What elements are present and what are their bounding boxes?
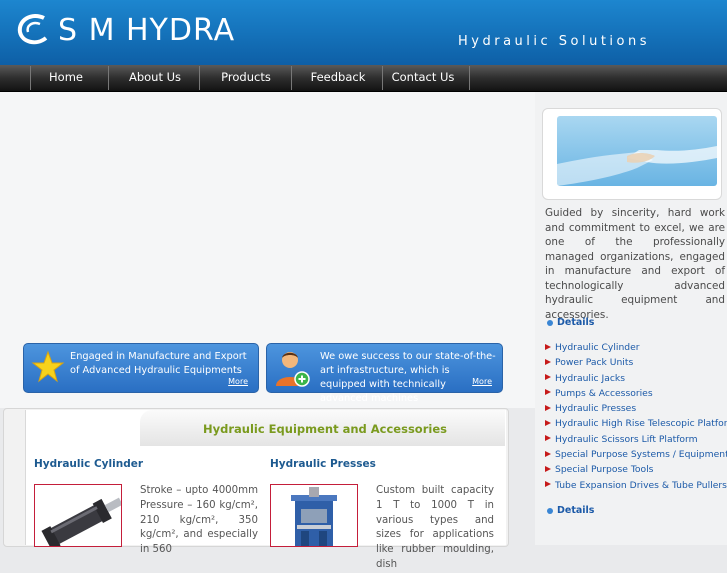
product-link-label: Hydraulic Jacks: [555, 372, 625, 384]
product-link-telescopic-platform[interactable]: Hydraulic High Rise Telescopic Platform: [545, 418, 727, 433]
bullet-icon: [547, 507, 553, 514]
bullet-icon: [547, 319, 553, 326]
details-link-label: Details: [557, 505, 595, 516]
banner-infrastructure-text: We owe success to our state-of-the-art i…: [320, 351, 496, 404]
arrow-icon: [545, 419, 551, 426]
arrow-icon: [545, 435, 551, 442]
banner-infrastructure: We owe success to our state-of-the-art i…: [266, 343, 503, 404]
product-link-label: Hydraulic High Rise Telescopic Platform: [555, 418, 727, 430]
user-add-icon: [273, 348, 311, 388]
product-link-power-pack-units[interactable]: Power Pack Units: [545, 357, 725, 372]
star-icon: [31, 350, 65, 384]
banner-manufacture-more-link[interactable]: More: [228, 375, 248, 389]
section-title: Hydraulic Equipment and Accessories: [203, 422, 447, 436]
product-card-desc: Custom built capacity 1 T to 1000 T in v…: [376, 485, 494, 570]
product-link-label: Special Purpose Tools: [555, 464, 654, 476]
nav-products[interactable]: Products: [200, 65, 292, 91]
arrow-icon: [545, 481, 551, 488]
arrow-icon: [545, 450, 551, 457]
product-card-title[interactable]: Hydraulic Presses: [270, 458, 376, 470]
hydraulic-cylinder-image[interactable]: [34, 484, 122, 547]
product-card-desc: Stroke – upto 4000mm Pressure – 160 kg/c…: [140, 485, 258, 556]
product-link-special-systems[interactable]: Special Purpose Systems / Equipments: [545, 449, 727, 464]
product-list: Hydraulic Cylinder Power Pack Units Hydr…: [545, 342, 727, 495]
product-link-hydraulic-presses[interactable]: Hydraulic Presses: [545, 403, 725, 418]
handshake-image: [557, 116, 717, 186]
product-link-special-tools[interactable]: Special Purpose Tools: [545, 464, 725, 479]
product-card-title[interactable]: Hydraulic Cylinder: [34, 458, 143, 470]
product-link-label: Hydraulic Presses: [555, 403, 637, 415]
main-nav: Home About Us Products Feedback Contact …: [0, 65, 727, 92]
details-link[interactable]: Details: [547, 317, 594, 328]
product-link-hydraulic-cylinder[interactable]: Hydraulic Cylinder: [545, 342, 725, 357]
product-link-pumps-accessories[interactable]: Pumps & Accessories: [545, 388, 725, 403]
product-link-hydraulic-jacks[interactable]: Hydraulic Jacks: [545, 373, 725, 388]
product-link-label: Hydraulic Scissors Lift Platform: [555, 433, 698, 445]
nav-home[interactable]: Home: [31, 65, 101, 91]
hydraulic-press-image[interactable]: [270, 484, 358, 547]
intro-text: Guided by sincerity, hard work and commi…: [545, 207, 725, 321]
product-link-label: Hydraulic Cylinder: [555, 342, 640, 353]
tagline: Hydraulic Solutions: [458, 34, 651, 49]
product-link-label: Pumps & Accessories: [555, 387, 653, 399]
product-link-label: Tube Expansion Drives & Tube Pullers: [555, 479, 727, 491]
arrow-icon: [545, 343, 551, 350]
logo-text: S M HYDRA: [58, 12, 236, 48]
logo-swoosh-icon: [14, 10, 54, 50]
details-link-label: Details: [557, 317, 595, 328]
product-link-tube-expansion[interactable]: Tube Expansion Drives & Tube Pullers: [545, 479, 727, 495]
site-logo[interactable]: S M HYDRA: [14, 8, 235, 52]
product-link-label: Special Purpose Systems / Equipments: [555, 449, 727, 461]
product-link-scissors-lift[interactable]: Hydraulic Scissors Lift Platform: [545, 434, 725, 449]
product-link-label: Power Pack Units: [555, 357, 634, 369]
nav-about-us[interactable]: About Us: [109, 65, 201, 91]
arrow-icon: [545, 374, 551, 381]
arrow-icon: [545, 465, 551, 472]
details-link-bottom[interactable]: Details: [547, 505, 594, 516]
nav-contact-us[interactable]: Contact Us: [383, 65, 463, 91]
banner-manufacture: Engaged in Manufacture and Export of Adv…: [23, 343, 259, 393]
nav-feedback[interactable]: Feedback: [292, 65, 384, 91]
nav-divider: [469, 66, 470, 90]
banner-infrastructure-more-link[interactable]: More: [472, 375, 492, 389]
site-header: S M HYDRA Hydraulic Solutions: [0, 0, 727, 65]
arrow-icon: [545, 389, 551, 396]
arrow-icon: [545, 404, 551, 411]
banner-manufacture-text: Engaged in Manufacture and Export of Adv…: [70, 351, 247, 376]
arrow-icon: [545, 358, 551, 365]
